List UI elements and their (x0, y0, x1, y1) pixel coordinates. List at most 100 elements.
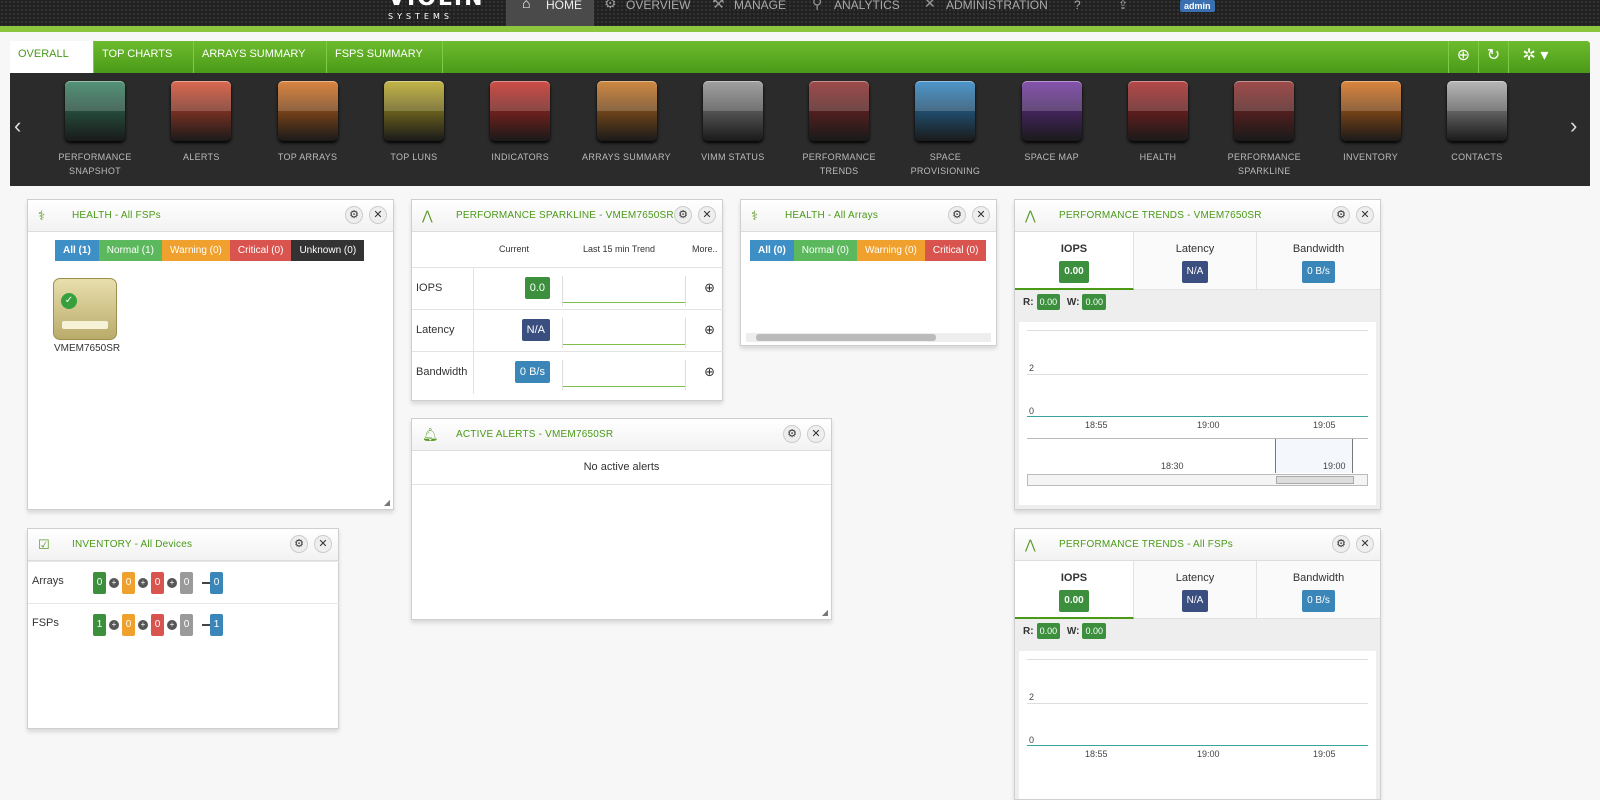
health-filter-warning[interactable]: Warning (0) (162, 240, 230, 261)
refresh-button[interactable]: ↻ (1478, 41, 1508, 73)
carousel-item-database-growth[interactable]: TOP LUNS (362, 81, 466, 164)
health-filter-normal[interactable]: Normal (1) (98, 240, 163, 261)
inventory-count-badge[interactable]: 1 (93, 614, 106, 636)
health-filter-group: All (0) Normal (0) Warning (0) Critical (0) (750, 240, 987, 261)
navigator-scrollbar-thumb[interactable] (1276, 476, 1354, 484)
inventory-count-badge[interactable]: 0 (122, 614, 135, 636)
zoom-icon[interactable]: ⊕ (704, 322, 715, 338)
column-header-more[interactable]: More.. (692, 244, 718, 254)
carousel-item-gauge[interactable]: PERFORMANCE SNAPSHOT (43, 81, 147, 178)
panel-header: ⚕ HEALTH - All FSPs ⚙ ✕ (28, 200, 393, 232)
sparkline-trend (562, 318, 686, 348)
panel-title: PERFORMANCE SPARKLINE - VMEM7650SR (456, 210, 674, 221)
panel-title: PERFORMANCE TRENDS - All FSPs (1059, 539, 1233, 550)
carousel-prev-arrow-icon[interactable]: ‹ (14, 113, 21, 139)
y-tick-label: 0 (1029, 735, 1035, 745)
metric-tab-bandwidth[interactable]: Bandwidth 0 B/s (1257, 232, 1380, 290)
nav-analytics[interactable]: ⚲ ANALYTICS (812, 0, 900, 26)
close-icon[interactable]: ✕ (807, 425, 825, 443)
health-filter-normal[interactable]: Normal (0) (793, 240, 858, 261)
metric-tab-latency[interactable]: Latency N/A (1134, 232, 1257, 290)
close-icon[interactable]: ✕ (1356, 206, 1374, 224)
resize-handle-icon[interactable]: ◢ (384, 498, 390, 507)
close-icon[interactable]: ✕ (369, 206, 387, 224)
read-value: 0.00 (1036, 294, 1061, 310)
close-icon[interactable]: ✕ (972, 206, 990, 224)
health-filter-critical[interactable]: Critical (0) (924, 240, 987, 261)
carousel-item-phone[interactable]: CONTACTS (1425, 81, 1529, 164)
carousel-item-info[interactable]: ARRAYS SUMMARY (575, 81, 679, 164)
inventory-count-badge[interactable]: 0 (122, 572, 135, 594)
inventory-total-badge[interactable]: 1 (210, 614, 223, 636)
scrollbar-thumb[interactable] (756, 334, 936, 341)
metric-value: 0.00 (1059, 590, 1089, 612)
carousel-item-disk-stack[interactable]: SPACE PROVISIONING (893, 81, 997, 178)
metric-tab-iops[interactable]: IOPS 0.00 (1015, 561, 1134, 619)
settings-gear-icon[interactable]: ⚙ (345, 206, 363, 224)
carousel-item-bar-chart[interactable]: INVENTORY (1319, 81, 1423, 164)
carousel-label-line: TOP ARRAYS (277, 152, 338, 162)
user-badge[interactable]: admin (1180, 0, 1215, 12)
phone-icon (1446, 81, 1507, 141)
settings-gear-icon[interactable]: ⚙ (1332, 206, 1350, 224)
trend-icon: ⋀ (1025, 537, 1036, 552)
range-navigator[interactable]: 18:30 19:00 (1027, 438, 1368, 473)
carousel-item-alarm[interactable]: ALERTS (149, 81, 253, 164)
inventory-count-badge[interactable]: 0 (151, 572, 164, 594)
inventory-count-badge[interactable]: 0 (151, 614, 164, 636)
settings-gear-icon[interactable]: ⚙ (783, 425, 801, 443)
health-filter-all[interactable]: All (0) (750, 240, 794, 261)
nav-administration[interactable]: ✕ ADMINISTRATION (924, 0, 1048, 26)
device-label[interactable]: VMEM7650SR (54, 343, 120, 354)
tab-top-charts[interactable]: TOP CHARTS (94, 41, 194, 73)
carousel-item-sparkline[interactable]: PERFORMANCE SPARKLINE (1212, 81, 1316, 178)
fsp-device-icon[interactable]: ✓ (53, 278, 117, 340)
resize-handle-icon[interactable]: ◢ (822, 608, 828, 617)
inventory-total-badge[interactable]: 0 (210, 572, 223, 594)
health-filter-all[interactable]: All (1) (55, 240, 99, 261)
metric-tab-latency[interactable]: Latency N/A (1134, 561, 1257, 619)
tab-arrays-summary[interactable]: ARRAYS SUMMARY (194, 41, 327, 73)
zoom-icon[interactable]: ⊕ (704, 364, 715, 380)
nav-overview[interactable]: ⚙ OVERVIEW (604, 0, 690, 26)
logo-text: VIOLIN (388, 0, 485, 10)
help-icon[interactable]: ? (1074, 0, 1081, 26)
navigator-scrollbar[interactable] (1027, 474, 1368, 486)
settings-gear-icon[interactable]: ⚙ (948, 206, 966, 224)
carousel-item-heartbeat[interactable]: HEALTH (1106, 81, 1210, 164)
nav-home[interactable]: ⌂ HOME (506, 0, 594, 26)
horizontal-scrollbar[interactable] (746, 333, 991, 342)
carousel-next-arrow-icon[interactable]: › (1570, 113, 1577, 139)
carousel-item-pie-chart[interactable]: SPACE MAP (1000, 81, 1104, 164)
carousel-item-label: ARRAYS SUMMARY (575, 150, 679, 164)
metric-tab-bandwidth[interactable]: Bandwidth 0 B/s (1257, 561, 1380, 619)
x-tick-label: 18:55 (1085, 420, 1108, 430)
carousel-item-trend-chart[interactable]: PERFORMANCE TRENDS (787, 81, 891, 178)
health-filter-unknown[interactable]: Unknown (0) (291, 240, 365, 261)
top-navigation-bar: VIOLIN SYSTEMS ⌂ HOME ⚙ OVERVIEW ⚒ MANAG… (0, 0, 1600, 26)
tab-fsps-summary[interactable]: FSPS SUMMARY (327, 41, 443, 73)
tab-overall[interactable]: OVERALL (10, 41, 94, 74)
carousel-item-server-rack[interactable]: VIMM STATUS (681, 81, 785, 164)
close-icon[interactable]: ✕ (314, 535, 332, 553)
zoom-icon[interactable]: ⊕ (704, 280, 715, 296)
health-filter-warning[interactable]: Warning (0) (857, 240, 925, 261)
inventory-count-badge[interactable]: 0 (93, 572, 106, 594)
metric-tab-iops[interactable]: IOPS 0.00 (1015, 232, 1134, 290)
carousel-item-arrays-growth[interactable]: TOP ARRAYS (256, 81, 360, 164)
carousel-item-thermometer[interactable]: INDICATORS (468, 81, 572, 164)
close-icon[interactable]: ✕ (1356, 535, 1374, 553)
settings-gear-icon[interactable]: ⚙ (674, 206, 692, 224)
write-value: 0.00 (1082, 294, 1106, 310)
close-icon[interactable]: ✕ (698, 206, 716, 224)
settings-gear-icon[interactable]: ⚙ (290, 535, 308, 553)
inventory-count-badge[interactable]: 0 (180, 614, 193, 636)
add-tab-button[interactable]: ⊕ (1448, 41, 1478, 73)
share-icon[interactable]: ⇪ (1118, 0, 1128, 26)
health-filter-critical[interactable]: Critical (0) (229, 240, 292, 261)
magic-wand-menu-button[interactable]: ✲ ▾ (1508, 41, 1562, 73)
settings-gear-icon[interactable]: ⚙ (1332, 535, 1350, 553)
column-divider (473, 268, 474, 310)
inventory-count-badge[interactable]: 0 (180, 572, 193, 594)
nav-manage[interactable]: ⚒ MANAGE (712, 0, 786, 26)
